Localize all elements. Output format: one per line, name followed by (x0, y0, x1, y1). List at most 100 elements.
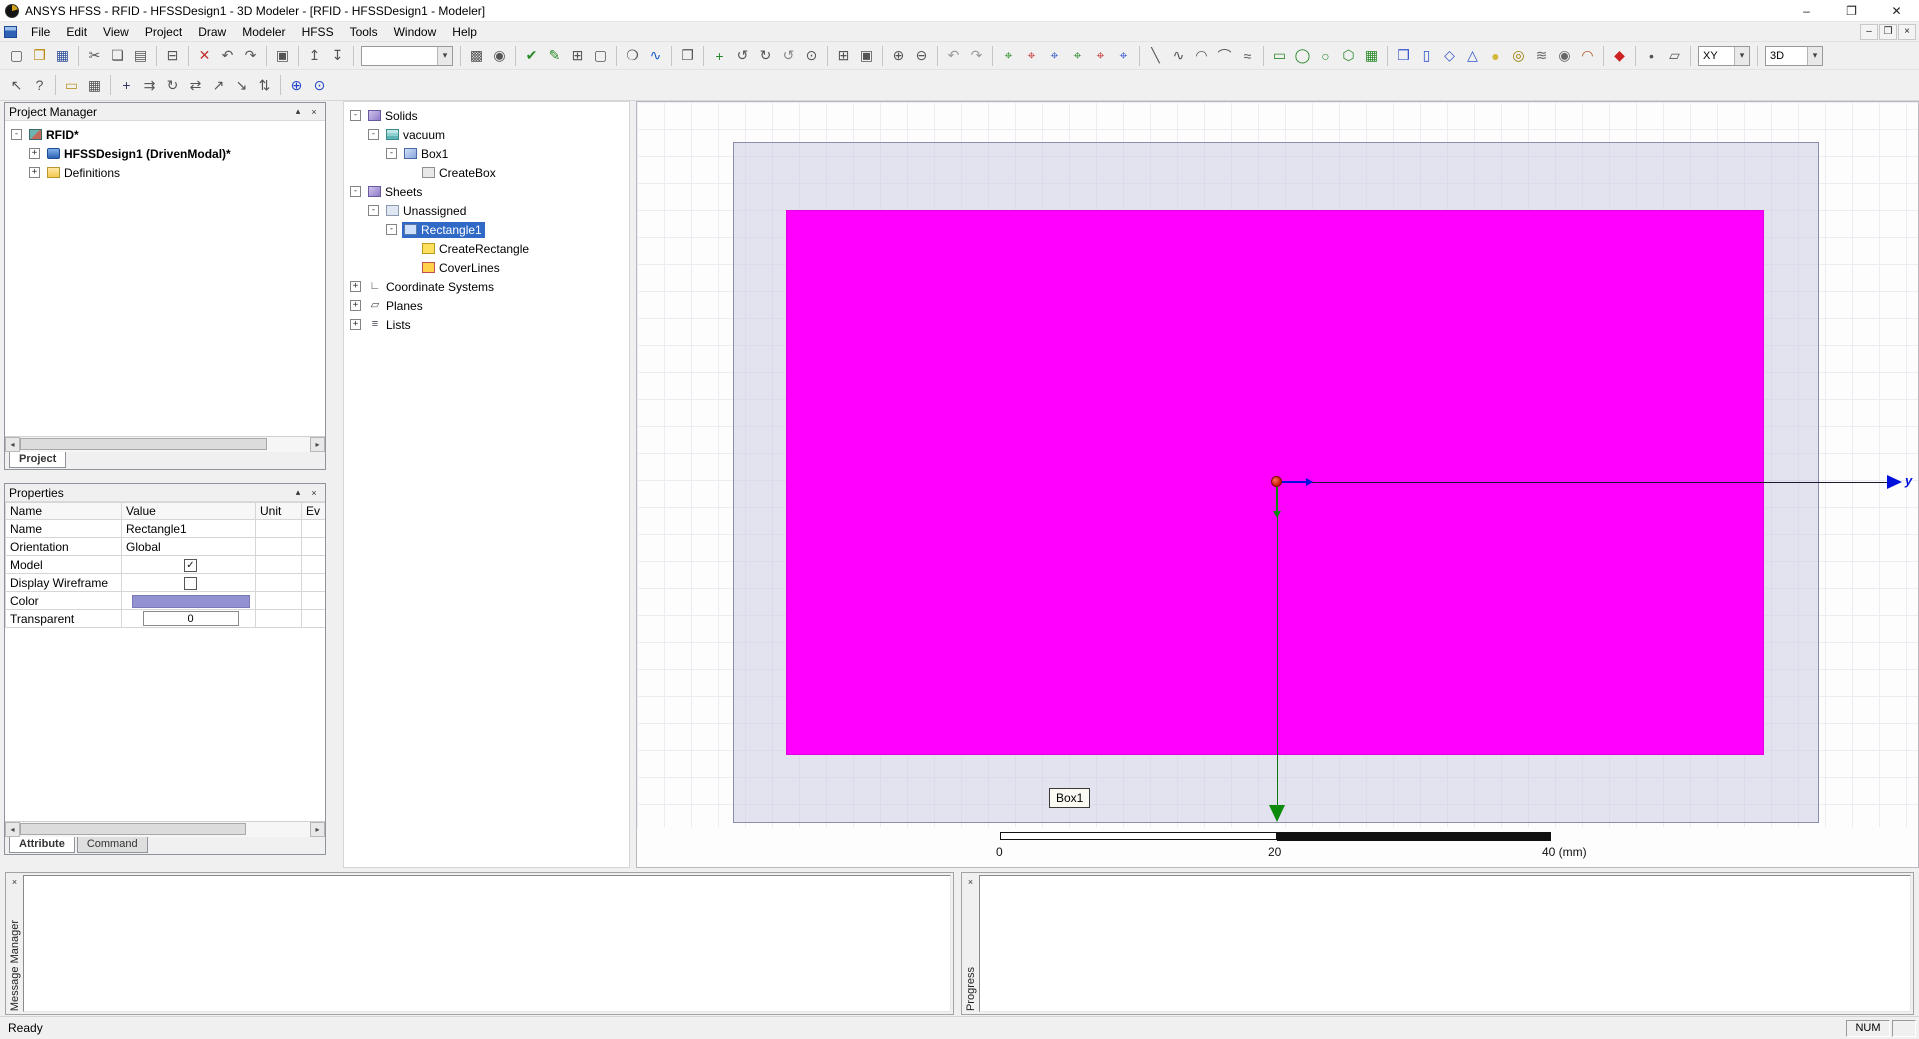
draw-equation-surface-icon[interactable]: ▦ (1360, 45, 1383, 67)
view-undo-icon[interactable]: ↶ (942, 45, 965, 67)
scroll-left-button[interactable]: ◂ (5, 436, 20, 452)
menu-item-view[interactable]: View (95, 23, 137, 41)
plot-icon[interactable]: ∿ (644, 45, 667, 67)
zoom-in-icon[interactable]: ⊕ (887, 45, 910, 67)
menu-item-help[interactable]: Help (444, 23, 485, 41)
draw-spline-icon[interactable]: ∿ (1167, 45, 1190, 67)
tree-item-unassigned[interactable]: - Unassigned (344, 201, 629, 220)
pan-icon[interactable]: + (708, 45, 731, 67)
tree-item-sheets[interactable]: - Sheets (344, 182, 629, 201)
scroll-track[interactable] (20, 821, 310, 837)
property-value-name[interactable]: Rectangle1 (121, 519, 256, 538)
menu-item-project[interactable]: Project (137, 23, 190, 41)
previous-selection-icon[interactable]: ↥ (303, 45, 326, 67)
collapse-node-icon[interactable]: - (350, 110, 361, 121)
view-mode-combo[interactable]: 3D ▾ (1765, 45, 1823, 66)
tab-command[interactable]: Command (76, 837, 148, 853)
report-icon[interactable]: ▢ (589, 45, 612, 67)
draw-ellipse-icon[interactable]: ◯ (1291, 45, 1314, 67)
draw-cylinder-icon[interactable]: ▯ (1415, 45, 1438, 67)
dynamic-zoom-icon[interactable]: ⊙ (800, 45, 823, 67)
scroll-right-button[interactable]: ▸ (310, 436, 325, 452)
draw-sphere-icon[interactable]: ● (1484, 45, 1507, 67)
tree-item-rectangle1[interactable]: - Rectangle1 (344, 220, 629, 239)
draw-arc-center-icon[interactable]: ◠ (1190, 45, 1213, 67)
collapse-node-icon[interactable]: - (386, 224, 397, 235)
color-swatch[interactable] (131, 594, 250, 608)
orient-top-icon[interactable]: ⌖ (1020, 45, 1043, 67)
draw-rectangle-icon[interactable]: ▭ (1268, 45, 1291, 67)
paste-icon[interactable]: ▤ (129, 45, 152, 67)
collapse-node-icon[interactable]: - (368, 129, 379, 140)
expand-node-icon[interactable]: + (350, 281, 361, 292)
analyze-icon[interactable]: ✎ (543, 45, 566, 67)
tab-project[interactable]: Project (9, 452, 67, 468)
tree-item-box1[interactable]: - Box1 (344, 144, 629, 163)
boolean-intersect-icon[interactable]: ⊙ (308, 74, 331, 96)
collapse-node-icon[interactable]: - (11, 129, 22, 140)
zoom-out-icon[interactable]: ⊖ (910, 45, 933, 67)
close-button[interactable]: ✕ (1874, 0, 1919, 21)
display-wireframe-checkbox[interactable] (184, 576, 197, 590)
align-icon[interactable]: ⇅ (253, 74, 276, 96)
solve-setup-icon[interactable]: ◉ (488, 45, 511, 67)
duplicate-along-line-icon[interactable]: ⇉ (138, 74, 161, 96)
draw-cone-icon[interactable]: △ (1461, 45, 1484, 67)
draw-equation-curve-icon[interactable]: ≈ (1236, 45, 1259, 67)
scroll-thumb[interactable] (20, 437, 267, 450)
properties-horizontal-scrollbar[interactable]: ◂ ▸ (5, 821, 325, 837)
orient-left-icon[interactable]: ⌖ (1066, 45, 1089, 67)
copy-icon[interactable]: ❏ (106, 45, 129, 67)
new-icon[interactable]: ▢ (5, 45, 28, 67)
rotate-center-icon[interactable]: ↺ (731, 45, 754, 67)
draw-spiral-icon[interactable]: ◉ (1553, 45, 1576, 67)
dropdown-arrow-icon[interactable]: ▾ (437, 46, 452, 65)
menu-item-draw[interactable]: Draw (190, 23, 234, 41)
restore-button[interactable]: ❐ (1829, 0, 1874, 21)
orient-bottom-icon[interactable]: ⌖ (1043, 45, 1066, 67)
menu-item-edit[interactable]: Edit (58, 23, 95, 41)
mdi-minimize-button[interactable]: – (1860, 23, 1878, 40)
ruler-icon[interactable]: ▭ (60, 74, 83, 96)
mdi-close-button[interactable]: × (1898, 23, 1916, 40)
tab-attribute[interactable]: Attribute (9, 837, 75, 853)
orient-right-icon[interactable]: ⌖ (1089, 45, 1112, 67)
menu-item-modeler[interactable]: Modeler (234, 23, 293, 41)
collapse-node-icon[interactable]: - (386, 148, 397, 159)
close-panel-icon[interactable]: × (8, 875, 21, 888)
open-icon[interactable]: ❐ (28, 45, 51, 67)
tree-item-coordinate-systems[interactable]: + ∟ Coordinate Systems (344, 277, 629, 296)
draw-bondwire-icon[interactable]: ◠ (1576, 45, 1599, 67)
validate-icon[interactable]: ✔ (520, 45, 543, 67)
duplicate-mirror-icon[interactable]: ⇄ (184, 74, 207, 96)
find-icon[interactable]: ❍ (621, 45, 644, 67)
menu-item-window[interactable]: Window (386, 23, 445, 41)
draw-torus-icon[interactable]: ◎ (1507, 45, 1530, 67)
undo-icon[interactable]: ↶ (216, 45, 239, 67)
next-selection-icon[interactable]: ↧ (326, 45, 349, 67)
modeler-viewport[interactable]: y Box1 0 20 40 (mm) (636, 101, 1919, 868)
transparent-field[interactable]: 0 (142, 611, 239, 627)
active-setup-icon[interactable]: ▩ (465, 45, 488, 67)
close-panel-icon[interactable]: × (307, 486, 321, 500)
tree-item-vacuum[interactable]: - vacuum (344, 125, 629, 144)
select-object-icon[interactable]: ▣ (271, 45, 294, 67)
collapse-node-icon[interactable]: - (368, 205, 379, 216)
dropdown-arrow-icon[interactable]: ▾ (1807, 46, 1822, 65)
cut-icon[interactable]: ✂ (83, 45, 106, 67)
orient-iso-icon[interactable]: ⌖ (997, 45, 1020, 67)
mdi-restore-button[interactable]: ❐ (1879, 23, 1897, 40)
delete-icon[interactable]: ✕ (193, 45, 216, 67)
draw-arc-3point-icon[interactable]: ⌒ (1213, 45, 1236, 67)
draw-helix-icon[interactable]: ≋ (1530, 45, 1553, 67)
matrix-data-icon[interactable]: ⊞ (566, 45, 589, 67)
save-icon[interactable]: ▦ (51, 45, 74, 67)
tree-item-createbox[interactable]: CreateBox (344, 163, 629, 182)
tree-item-createrectangle[interactable]: CreateRectangle (344, 239, 629, 258)
drawing-plane-combo[interactable]: XY ▾ (1698, 45, 1750, 66)
tree-item-solids[interactable]: - Solids (344, 106, 629, 125)
expand-node-icon[interactable]: + (29, 167, 40, 178)
draw-polyhedron-icon[interactable]: ◇ (1438, 45, 1461, 67)
menu-item-hfss[interactable]: HFSS (294, 23, 342, 41)
collapse-panel-icon[interactable]: ▴ (291, 486, 305, 500)
